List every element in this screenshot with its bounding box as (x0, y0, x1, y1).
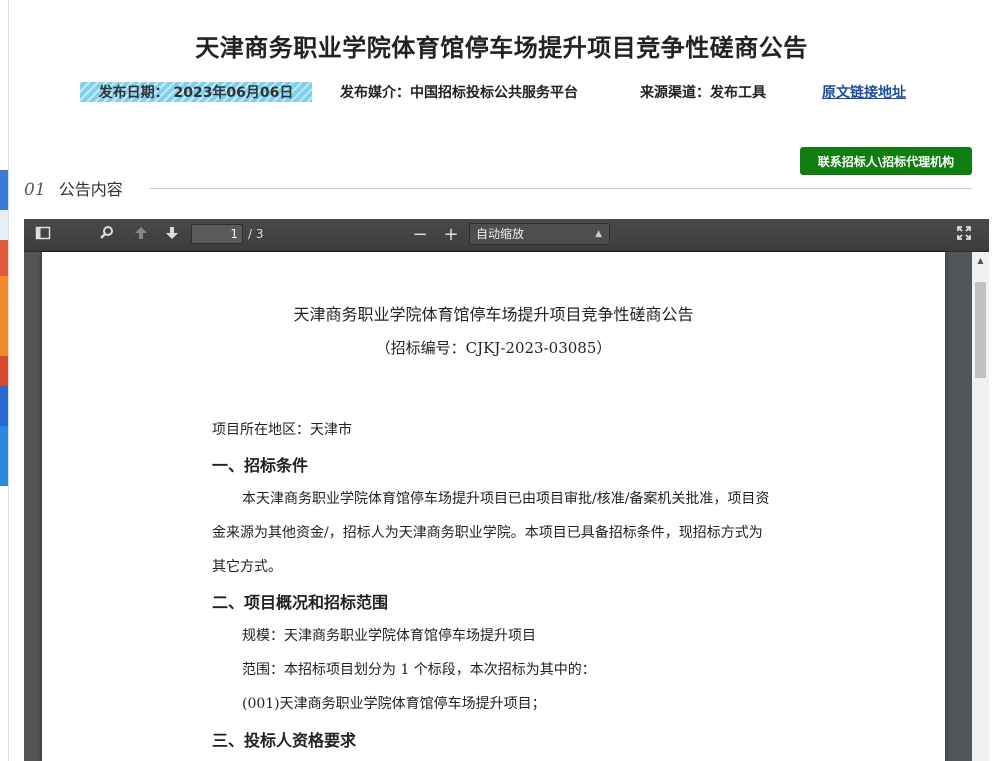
zoom-in-icon[interactable]: + (440, 225, 462, 245)
zoom-out-icon[interactable]: − (409, 225, 431, 245)
doc-scale: 规模：天津商务职业学院体育馆停车场提升项目 (242, 628, 536, 644)
sidebar-toggle-icon[interactable] (32, 225, 54, 245)
doc-paragraph-line: 本天津商务职业学院体育馆停车场提升项目已由项目审批/核准/备案机关批准，项目资 (242, 491, 770, 507)
doc-paragraph-line: 金来源为其他资金/，招标人为天津商务职业学院。本项目已具备招标条件，现招标方式为 (212, 525, 763, 541)
pdf-viewer: / 3 − + 自动缩放 ▲ 天津商务职业学院体育馆停车场提升项目竞争性磋商公告… (24, 219, 989, 761)
pdf-page: 天津商务职业学院体育馆停车场提升项目竞争性磋商公告 （招标编号：CJKJ-202… (42, 252, 945, 761)
page-title: 天津商务职业学院体育馆停车场提升项目竞争性磋商公告 (195, 34, 808, 62)
page-number-input[interactable] (191, 224, 243, 244)
publish-media: 发布媒介：中国招标投标公共服务平台 (340, 85, 578, 101)
arrow-down-icon[interactable] (161, 225, 183, 245)
search-icon[interactable] (96, 225, 118, 245)
publish-date: 发布日期： 2023年06月06日 (80, 82, 312, 102)
doc-title: 天津商务职业学院体育馆停车场提升项目竞争性磋商公告 (293, 305, 694, 324)
select-arrow-icon: ▲ (595, 229, 602, 239)
doc-bid-number: （招标编号：CJKJ-2023-03085） (375, 339, 612, 357)
section-heading: 01 公告内容 (24, 176, 123, 200)
doc-lot: (001)天津商务职业学院体育馆停车场提升项目； (242, 696, 546, 712)
section-label: 公告内容 (58, 180, 123, 199)
fullscreen-icon[interactable] (953, 225, 975, 245)
source-channel: 来源渠道：发布工具 (640, 85, 766, 101)
doc-heading-2: 二、项目概况和招标范围 (212, 593, 389, 612)
doc-heading-1: 一、招标条件 (212, 456, 309, 475)
pdf-toolbar: / 3 − + 自动缩放 ▲ (24, 219, 989, 252)
section-number: 01 (24, 180, 46, 200)
zoom-select[interactable]: 自动缩放 ▲ (469, 223, 610, 245)
original-link[interactable]: 原文链接地址 (822, 82, 906, 102)
scroll-thumb[interactable] (975, 282, 986, 378)
left-edge-strip (0, 170, 8, 530)
doc-scope: 范围：本招标项目划分为 1 个标段，本次招标为其中的： (242, 662, 596, 678)
arrow-up-icon[interactable] (130, 225, 152, 245)
page-count: / 3 (248, 227, 264, 241)
pdf-viewport[interactable]: 天津商务职业学院体育馆停车场提升项目竞争性磋商公告 （招标编号：CJKJ-202… (24, 252, 989, 761)
doc-heading-3: 三、投标人资格要求 (212, 731, 357, 750)
contact-tenderer-button[interactable]: 联系招标人\招标代理机构 (800, 147, 972, 175)
scroll-up-icon[interactable]: ▲ (972, 252, 989, 269)
doc-paragraph-line: 其它方式。 (212, 559, 282, 575)
section-divider (150, 188, 972, 189)
doc-region: 项目所在地区：天津市 (212, 422, 352, 438)
zoom-value: 自动缩放 (476, 227, 525, 241)
pdf-scrollbar[interactable]: ▲ (972, 252, 989, 761)
